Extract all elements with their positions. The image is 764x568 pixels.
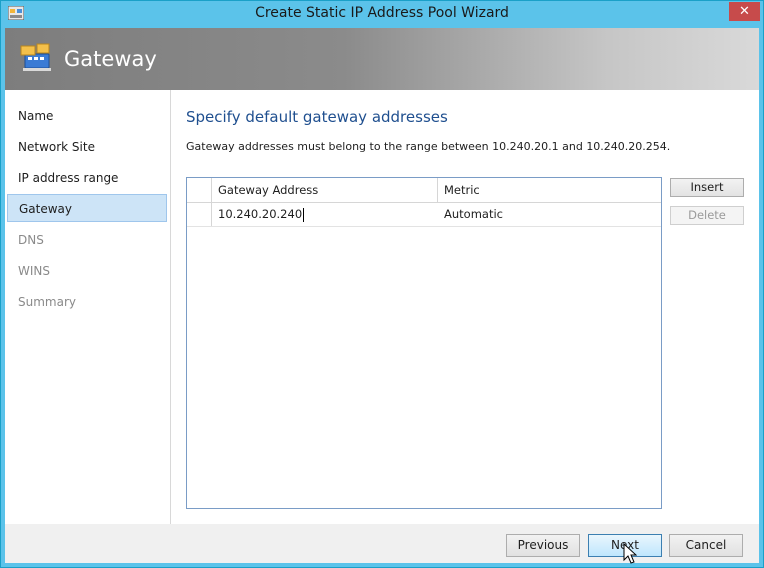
column-header-gateway-address[interactable]: Gateway Address: [212, 178, 438, 202]
table-row[interactable]: 10.240.20.240 Automatic: [187, 203, 661, 227]
row-header-corner: [187, 178, 212, 202]
wizard-steps-nav: Name Network Site IP address range Gatew…: [5, 90, 171, 524]
insert-button[interactable]: Insert: [670, 178, 744, 197]
cancel-button[interactable]: Cancel: [669, 534, 743, 557]
gateway-address-cell[interactable]: 10.240.20.240: [212, 203, 438, 226]
nav-item-wins: WINS: [18, 264, 50, 278]
nav-item-network-site[interactable]: Network Site: [7, 133, 165, 161]
gateway-grid[interactable]: Gateway Address Metric 10.240.20.240 Aut…: [186, 177, 662, 509]
ip-pool-icon: [20, 43, 51, 71]
page-title: Specify default gateway addresses: [186, 108, 448, 126]
previous-button[interactable]: Previous: [506, 534, 580, 557]
title-bar[interactable]: Create Static IP Address Pool Wizard ✕: [1, 1, 763, 27]
text-caret: [303, 207, 305, 222]
metric-cell[interactable]: Automatic: [438, 203, 661, 226]
banner-title: Gateway: [64, 47, 157, 71]
nav-item-ip-address-range[interactable]: IP address range: [7, 164, 165, 192]
page-description: Gateway addresses must belong to the ran…: [186, 140, 671, 153]
nav-item-name[interactable]: Name: [7, 102, 165, 130]
column-header-metric[interactable]: Metric: [438, 178, 661, 202]
wizard-footer: Previous Next Cancel: [5, 524, 759, 563]
window-title: Create Static IP Address Pool Wizard: [255, 5, 509, 21]
nav-item-gateway[interactable]: Gateway: [7, 194, 167, 222]
mouse-pointer-icon: [623, 543, 637, 564]
wizard-banner: Gateway: [5, 28, 759, 90]
row-selector[interactable]: [187, 203, 212, 226]
nav-item-dns: DNS: [18, 233, 44, 247]
delete-button: Delete: [670, 206, 744, 225]
close-button[interactable]: ✕: [729, 2, 760, 21]
wizard-window: Create Static IP Address Pool Wizard ✕ G…: [0, 0, 764, 568]
gateway-address-value: 10.240.20.240: [218, 207, 303, 221]
grid-header: Gateway Address Metric: [187, 178, 661, 203]
wizard-content: Name Network Site IP address range Gatew…: [5, 90, 759, 524]
nav-item-summary: Summary: [18, 295, 76, 309]
